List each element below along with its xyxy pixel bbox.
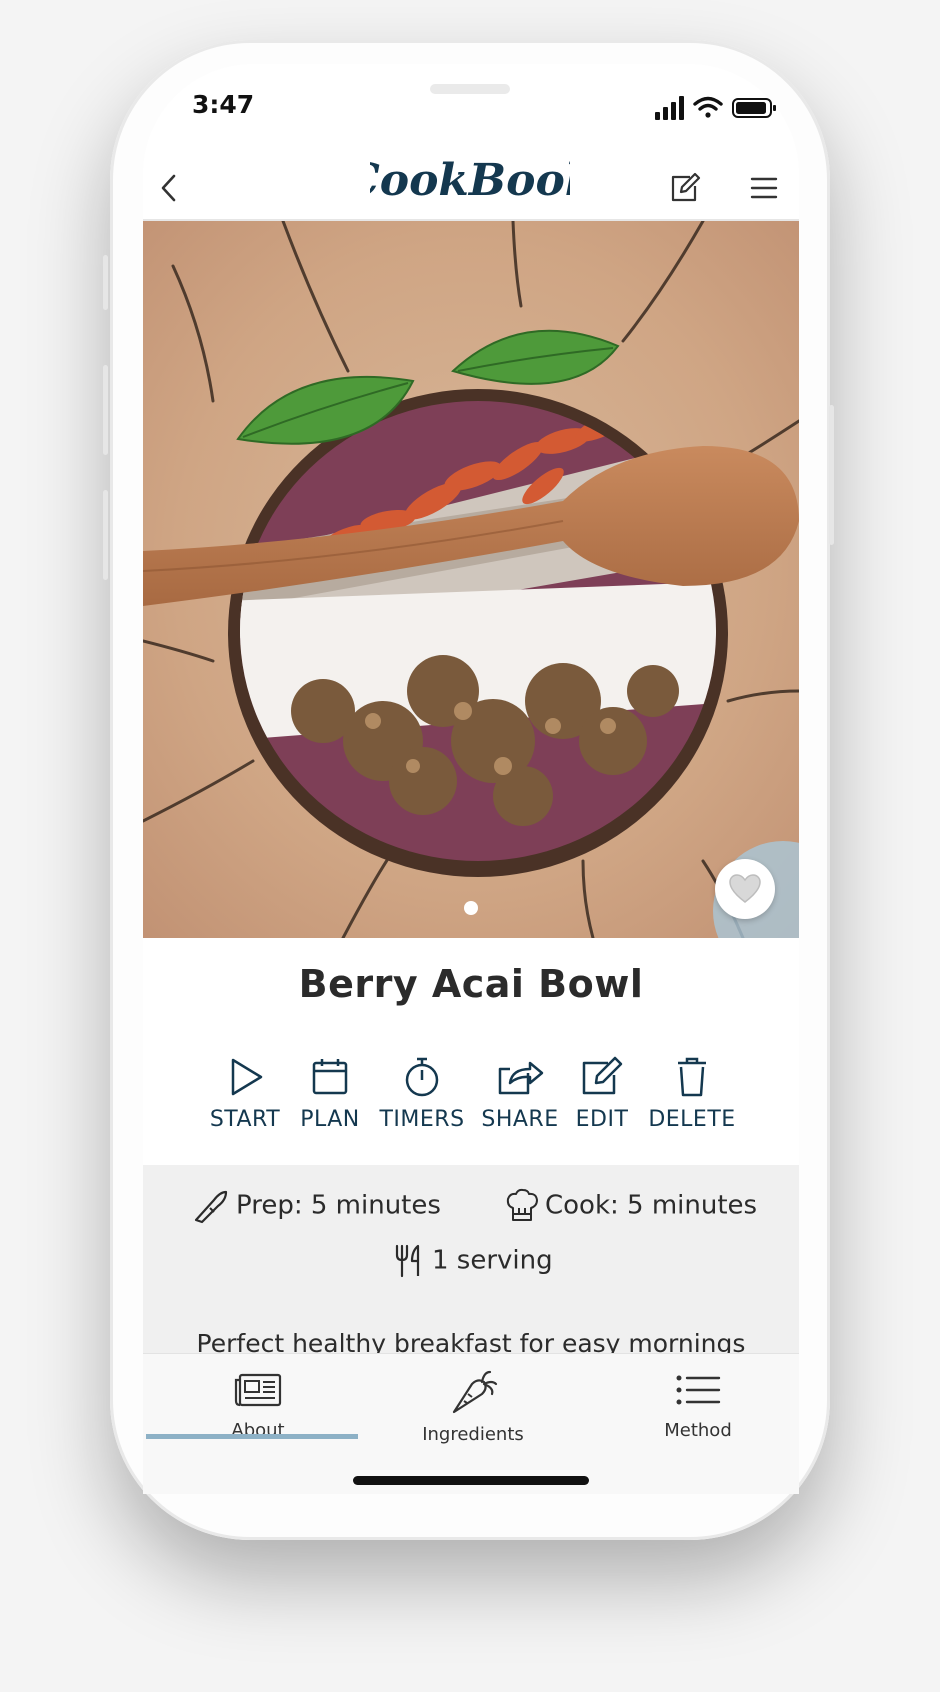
cook-label: Cook: 5 minutes <box>545 1190 758 1221</box>
mute-switch <box>103 255 108 310</box>
recipe-description: Perfect healthy breakfast for easy morni… <box>196 1329 746 1354</box>
logo-text: CookBook <box>370 155 570 206</box>
wifi-icon <box>693 96 723 118</box>
calendar-icon <box>312 1059 348 1095</box>
prep-label: Prep: 5 minutes <box>236 1190 441 1221</box>
edit-icon <box>582 1056 623 1095</box>
timers-button[interactable]: TIMERS <box>374 1055 470 1132</box>
bottom-tab-bar: About Ingredients Method <box>143 1353 799 1494</box>
start-label: START <box>209 1107 281 1132</box>
tab-method[interactable]: Method <box>643 1370 753 1441</box>
list-icon <box>676 1375 721 1405</box>
share-label: SHARE <box>481 1107 559 1132</box>
prep-time: Prep: 5 minutes <box>192 1188 441 1224</box>
stopwatch-icon <box>405 1057 439 1097</box>
chef-hat-icon <box>506 1188 538 1221</box>
delete-button[interactable]: DELETE <box>642 1055 742 1132</box>
tab-about[interactable]: About <box>203 1370 313 1441</box>
cutlery-icon <box>395 1244 420 1278</box>
volume-up-button <box>103 365 108 455</box>
newspaper-icon <box>234 1373 282 1407</box>
knife-icon <box>194 1190 228 1224</box>
recipe-photo[interactable] <box>143 221 799 938</box>
timers-label: TIMERS <box>379 1107 465 1132</box>
start-button[interactable]: START <box>205 1055 285 1132</box>
cook-time: Cook: 5 minutes <box>505 1188 757 1224</box>
tab-method-label: Method <box>664 1420 732 1441</box>
carousel-dot-active[interactable] <box>464 901 478 915</box>
favorite-button[interactable] <box>715 859 775 919</box>
carrot-icon <box>452 1370 498 1414</box>
trash-icon <box>678 1057 706 1097</box>
share-button[interactable]: SHARE <box>475 1055 565 1132</box>
power-button <box>829 405 834 545</box>
heart-icon <box>729 874 761 903</box>
cookbook-logo[interactable]: CookBook <box>370 150 570 210</box>
edit-label: EDIT <box>575 1107 629 1132</box>
servings: 1 serving <box>392 1243 553 1279</box>
signal-icon <box>655 96 684 120</box>
edit-icon[interactable] <box>664 168 704 208</box>
battery-icon <box>732 98 776 118</box>
delete-label: DELETE <box>648 1107 736 1132</box>
edit-button[interactable]: EDIT <box>567 1055 637 1132</box>
active-tab-indicator <box>146 1434 358 1439</box>
chevron-left-icon[interactable] <box>150 168 190 208</box>
tab-ingredients-label: Ingredients <box>422 1424 524 1445</box>
home-indicator[interactable] <box>353 1476 589 1485</box>
acai-bowl-illustration <box>143 221 799 938</box>
status-icons <box>655 96 776 120</box>
speaker <box>430 84 510 94</box>
plan-label: PLAN <box>300 1107 360 1132</box>
tab-ingredients[interactable]: Ingredients <box>403 1370 543 1445</box>
plan-button[interactable]: PLAN <box>290 1055 370 1132</box>
share-icon <box>498 1061 544 1095</box>
hamburger-menu-icon[interactable] <box>744 168 784 208</box>
servings-label: 1 serving <box>432 1245 553 1276</box>
recipe-title: Berry Acai Bowl <box>298 962 644 1006</box>
volume-down-button <box>103 490 108 580</box>
status-time: 3:47 <box>192 90 255 119</box>
play-icon <box>231 1058 263 1096</box>
